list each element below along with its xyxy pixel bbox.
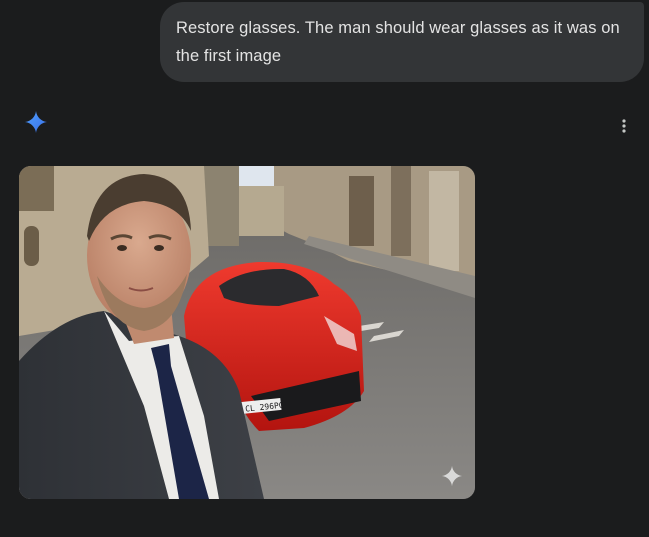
more-options-button[interactable]	[612, 114, 636, 138]
generated-image[interactable]: CL 296PC	[19, 166, 475, 499]
more-vert-icon	[622, 119, 626, 133]
user-message-bubble: Restore glasses. The man should wear gla…	[160, 2, 644, 82]
user-message-text: Restore glasses. The man should wear gla…	[176, 19, 620, 65]
sparkle-watermark-icon	[441, 465, 463, 487]
gemini-sparkle-icon	[24, 110, 48, 134]
chat-page: Restore glasses. The man should wear gla…	[0, 0, 649, 537]
photo-man-with-red-car: CL 296PC	[19, 166, 475, 499]
